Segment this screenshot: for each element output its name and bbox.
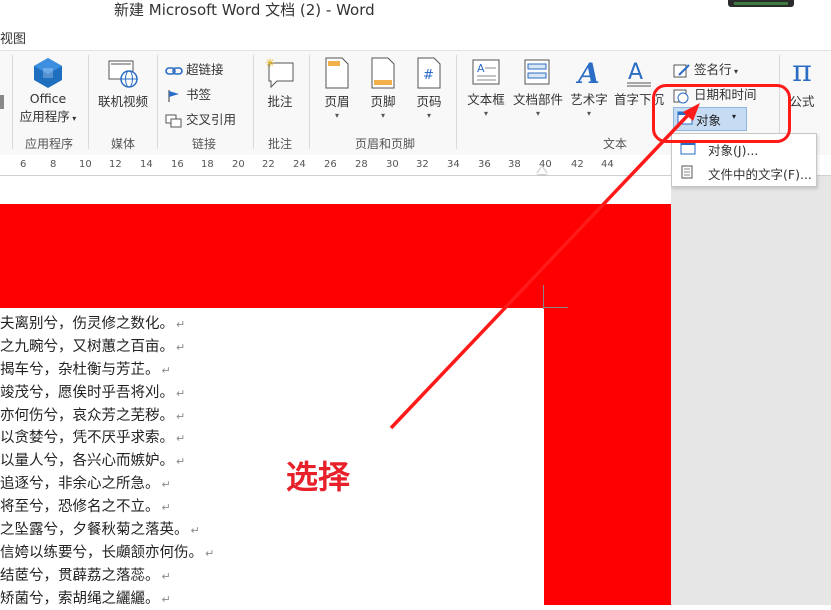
annotation-arrow [389,103,700,430]
